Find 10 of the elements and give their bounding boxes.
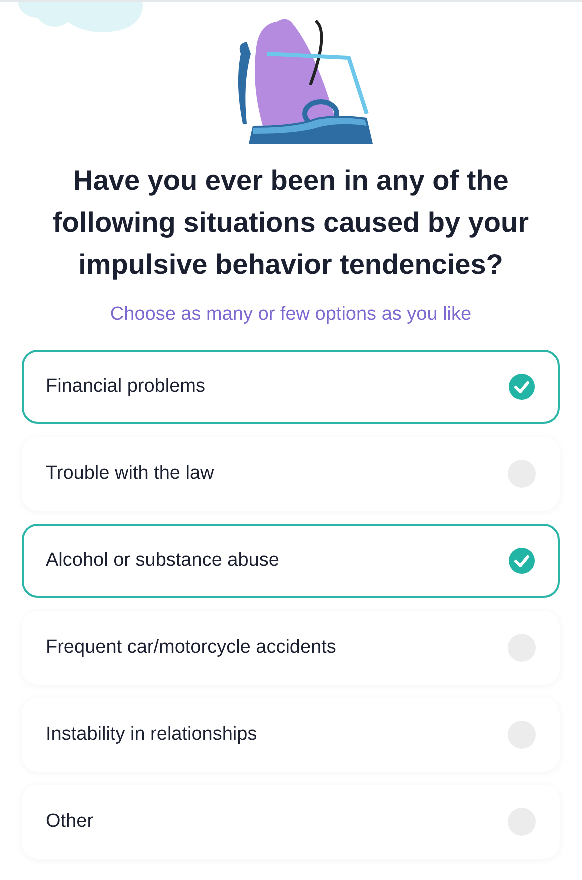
- option-button[interactable]: Financial problems: [22, 350, 560, 424]
- option-button[interactable]: Frequent car/motorcycle accidents: [22, 611, 560, 685]
- question-heading: Have you ever been in any of the following situations caused by your impulsive behavior tendencies?: [52, 164, 530, 282]
- option-button[interactable]: Instability in relationships: [22, 698, 560, 772]
- checkmark-icon: [508, 373, 536, 401]
- option-button[interactable]: Trouble with the law: [22, 437, 560, 511]
- instruction-text: Choose as many or few options as you like: [109, 304, 473, 326]
- option-button[interactable]: Alcohol or substance abuse: [22, 524, 560, 598]
- checkmark-icon: [508, 547, 536, 575]
- option-button[interactable]: Other: [22, 785, 560, 859]
